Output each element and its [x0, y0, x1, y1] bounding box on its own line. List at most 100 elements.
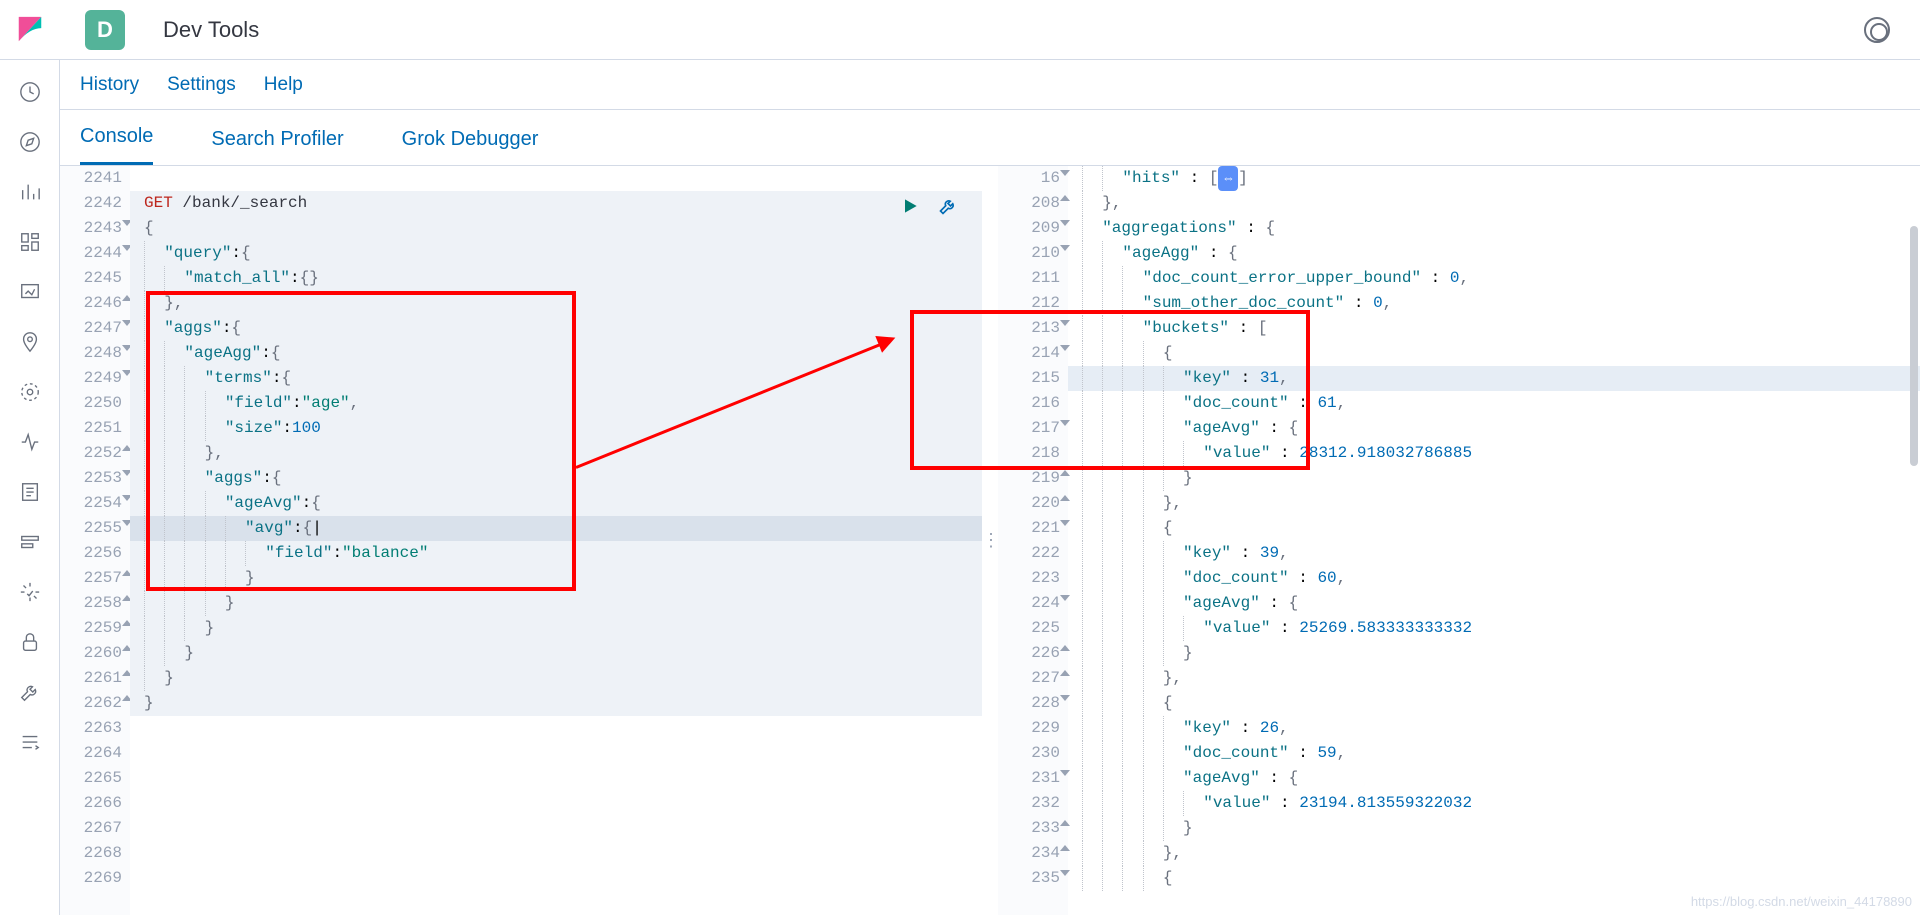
code-line[interactable]: "ageAvg" : { [1068, 766, 1920, 791]
code-line[interactable]: "value" : 28312.918032786885 [1068, 441, 1920, 466]
ml-icon[interactable] [18, 380, 42, 404]
code-line[interactable]: "doc_count" : 59, [1068, 741, 1920, 766]
app-badge[interactable]: D [85, 10, 125, 50]
canvas-icon[interactable] [18, 280, 42, 304]
code-line[interactable]: } [130, 566, 982, 591]
code-line[interactable]: }, [130, 441, 982, 466]
line-number: 216 [998, 391, 1060, 416]
code-line[interactable]: "ageAvg":{ [130, 491, 982, 516]
code-line[interactable] [130, 791, 982, 816]
uptime-icon[interactable] [18, 580, 42, 604]
recent-icon[interactable] [18, 80, 42, 104]
code-line[interactable]: { [1068, 516, 1920, 541]
code-line[interactable]: "aggs":{ [130, 466, 982, 491]
logs-icon[interactable] [18, 480, 42, 504]
line-number: 214 [998, 341, 1060, 366]
code-line[interactable]: } [130, 616, 982, 641]
line-number: 222 [998, 541, 1060, 566]
line-number: 208 [998, 191, 1060, 216]
help-link[interactable]: Help [264, 74, 303, 96]
code-line[interactable] [130, 166, 982, 191]
code-line[interactable]: } [1068, 816, 1920, 841]
code-line[interactable]: { [1068, 691, 1920, 716]
code-line[interactable]: { [1068, 866, 1920, 891]
line-number: 2254 [60, 491, 122, 516]
siem-icon[interactable] [18, 630, 42, 654]
play-icon[interactable] [900, 196, 920, 225]
code-line[interactable]: "ageAgg":{ [130, 341, 982, 366]
pane-divider[interactable]: ⋮ [982, 166, 998, 915]
code-line[interactable]: GET /bank/_search [130, 191, 982, 216]
scrollbar[interactable] [1910, 226, 1918, 466]
line-number: 231 [998, 766, 1060, 791]
wrench-icon[interactable] [938, 196, 958, 225]
code-line[interactable] [130, 816, 982, 841]
content: History Settings Help Console Search Pro… [60, 60, 1920, 915]
code-line[interactable]: "key" : 31, [1068, 366, 1920, 391]
code-line[interactable]: "ageAvg" : { [1068, 416, 1920, 441]
code-line[interactable]: { [130, 216, 982, 241]
code-line[interactable] [130, 741, 982, 766]
code-line[interactable]: "ageAvg" : { [1068, 591, 1920, 616]
code-line[interactable]: "key" : 26, [1068, 716, 1920, 741]
code-line[interactable]: "hits" : [⇔] [1068, 166, 1920, 191]
code-line[interactable]: }, [1068, 666, 1920, 691]
line-number: 226 [998, 641, 1060, 666]
collapsed-pill[interactable]: ⇔ [1218, 166, 1238, 191]
dashboard-icon[interactable] [18, 230, 42, 254]
history-link[interactable]: History [80, 74, 139, 96]
code-line[interactable]: } [130, 691, 982, 716]
line-number: 2245 [60, 266, 122, 291]
code-line[interactable]: { [1068, 341, 1920, 366]
code-line[interactable]: "doc_count" : 61, [1068, 391, 1920, 416]
line-number: 212 [998, 291, 1060, 316]
lifebuoy-icon[interactable] [1864, 17, 1890, 43]
maps-icon[interactable] [18, 330, 42, 354]
code-line[interactable]: "value" : 25269.583333333332 [1068, 616, 1920, 641]
discover-icon[interactable] [18, 130, 42, 154]
code-line[interactable]: "doc_count" : 60, [1068, 566, 1920, 591]
code-line[interactable] [130, 716, 982, 741]
code-line[interactable]: "field":"age", [130, 391, 982, 416]
code-line[interactable]: "key" : 39, [1068, 541, 1920, 566]
tab-search-profiler[interactable]: Search Profiler [211, 128, 343, 165]
code-line[interactable]: } [130, 591, 982, 616]
request-pane[interactable]: 2241224222432244224522462247224822492250… [60, 166, 982, 915]
visualize-icon[interactable] [18, 180, 42, 204]
code-line[interactable]: "sum_other_doc_count" : 0, [1068, 291, 1920, 316]
code-line[interactable]: } [130, 666, 982, 691]
line-number: 2264 [60, 741, 122, 766]
code-line[interactable]: } [130, 641, 982, 666]
code-line[interactable] [130, 766, 982, 791]
code-line[interactable]: "terms":{ [130, 366, 982, 391]
code-line[interactable]: "buckets" : [ [1068, 316, 1920, 341]
code-line[interactable]: "size":100 [130, 416, 982, 441]
tab-grok-debugger[interactable]: Grok Debugger [402, 128, 539, 165]
metrics-icon[interactable] [18, 430, 42, 454]
code-line[interactable]: "avg":{| [130, 516, 982, 541]
settings-link[interactable]: Settings [167, 74, 236, 96]
code-line[interactable]: "doc_count_error_upper_bound" : 0, [1068, 266, 1920, 291]
line-number: 221 [998, 516, 1060, 541]
code-line[interactable]: } [1068, 466, 1920, 491]
code-line[interactable]: }, [1068, 491, 1920, 516]
code-line[interactable] [130, 866, 982, 891]
code-line[interactable]: "value" : 23194.813559322032 [1068, 791, 1920, 816]
collapse-icon[interactable] [18, 730, 42, 754]
code-line[interactable] [130, 841, 982, 866]
code-line[interactable]: "aggregations" : { [1068, 216, 1920, 241]
code-line[interactable]: "aggs":{ [130, 316, 982, 341]
code-line[interactable]: "query":{ [130, 241, 982, 266]
devtools-icon[interactable] [18, 680, 42, 704]
code-line[interactable]: } [1068, 641, 1920, 666]
tab-console[interactable]: Console [80, 125, 153, 165]
code-line[interactable]: "field":"balance" [130, 541, 982, 566]
code-line[interactable]: "match_all":{} [130, 266, 982, 291]
response-pane[interactable]: 1620820921021121221321421521621721821922… [998, 166, 1920, 915]
code-line[interactable]: }, [1068, 191, 1920, 216]
apm-icon[interactable] [18, 530, 42, 554]
code-line[interactable]: }, [130, 291, 982, 316]
kibana-logo[interactable] [15, 15, 45, 45]
code-line[interactable]: }, [1068, 841, 1920, 866]
code-line[interactable]: "ageAgg" : { [1068, 241, 1920, 266]
